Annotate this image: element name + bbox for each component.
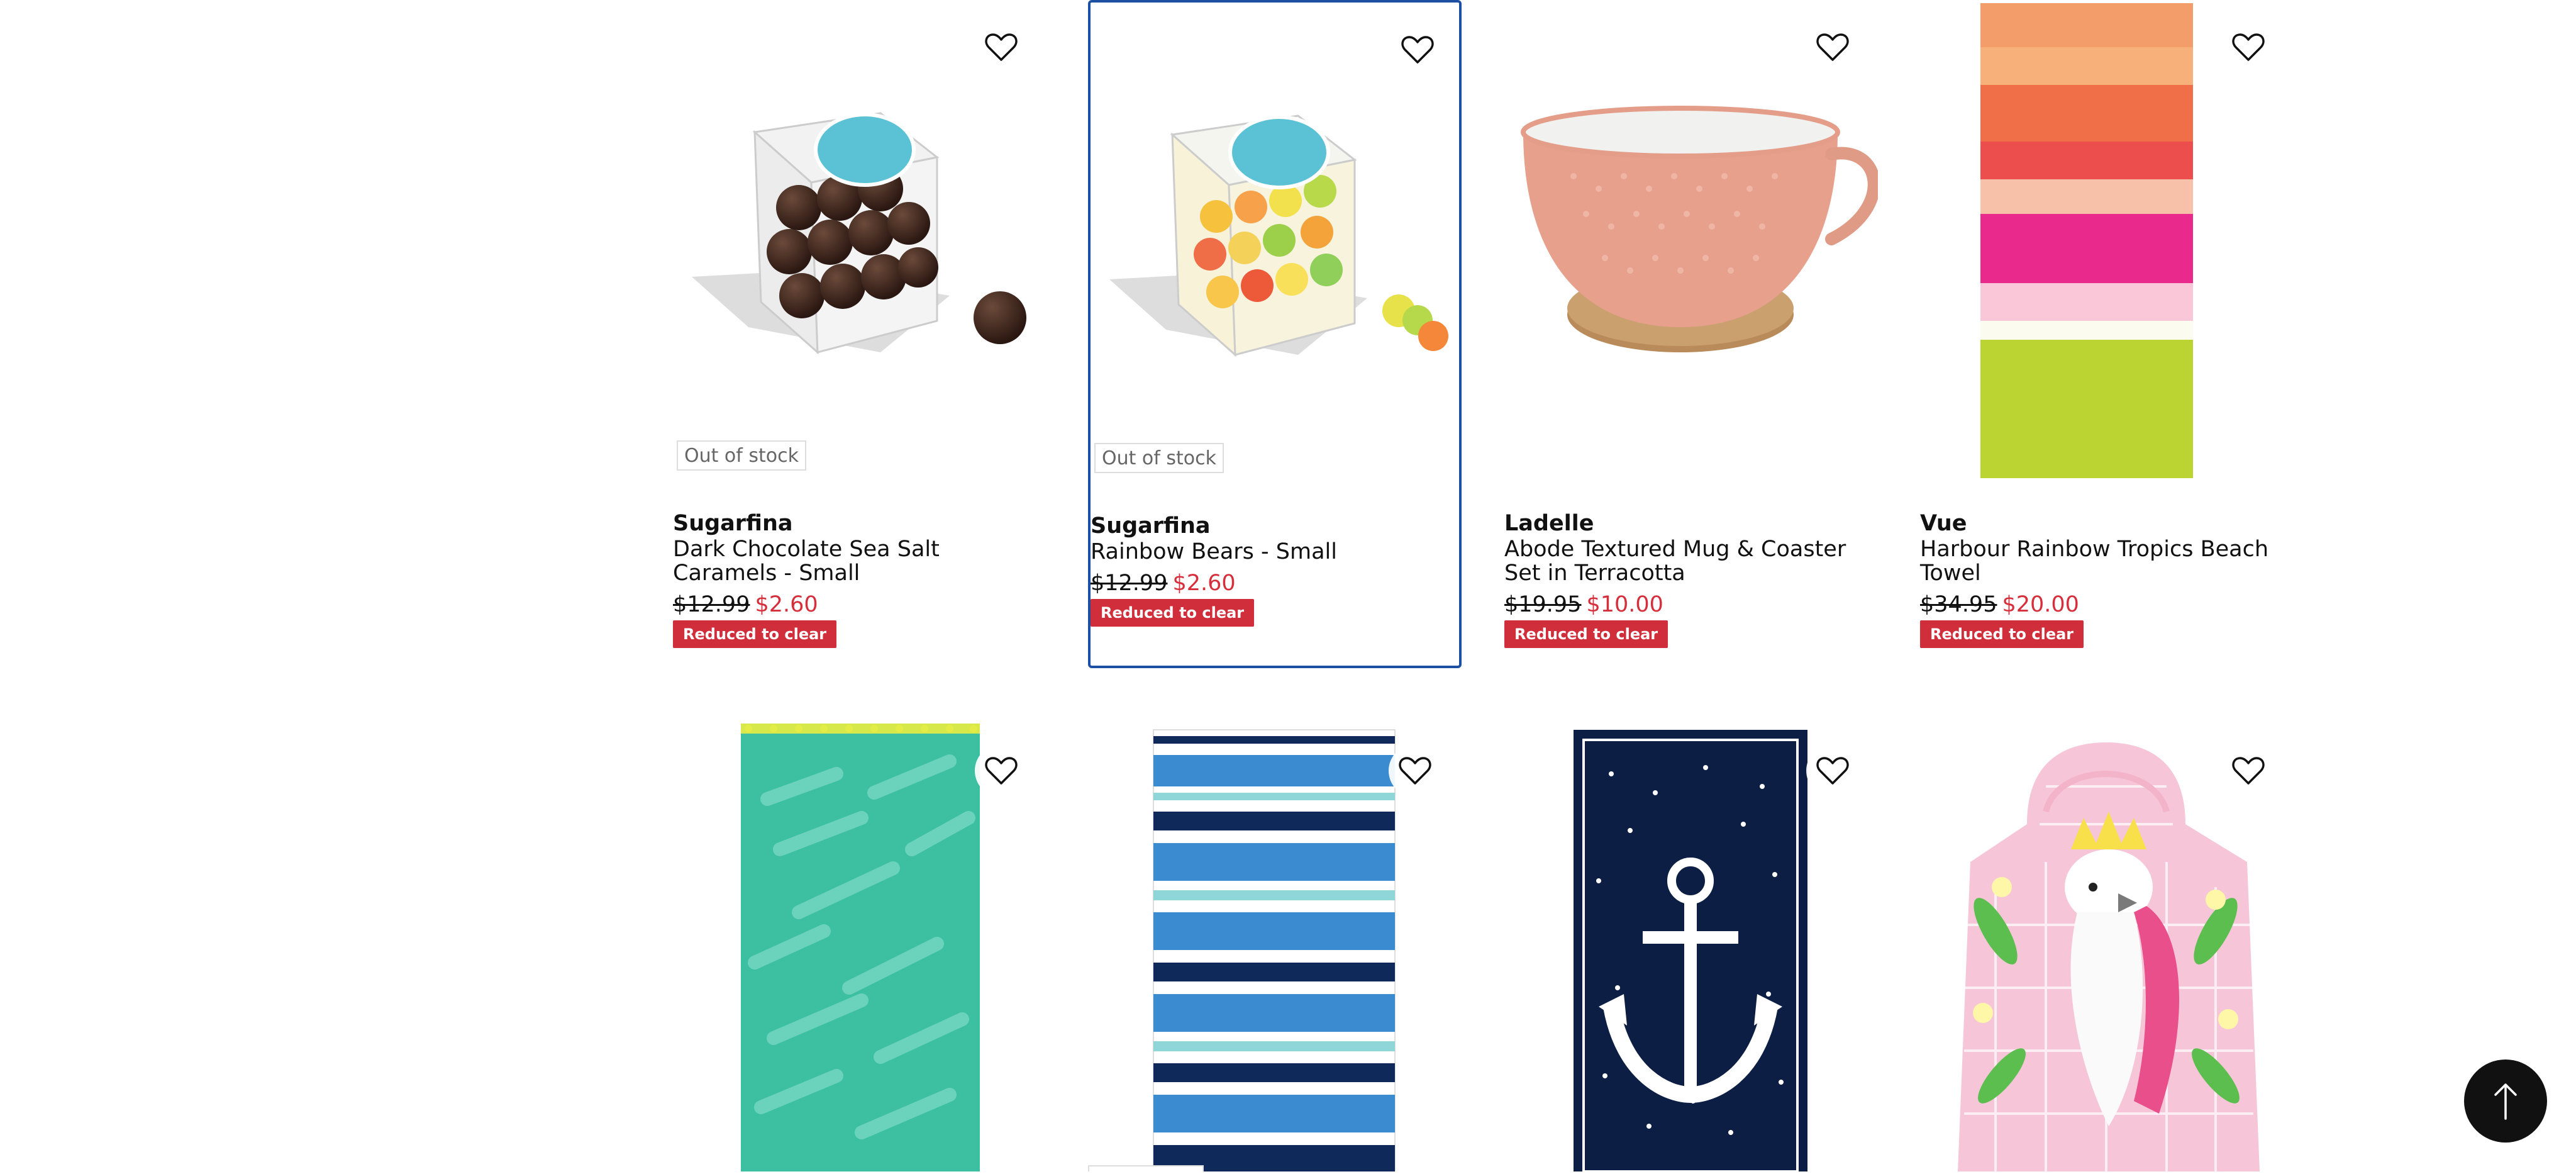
product-card[interactable]: Ladelle Abode Textured Mug & Coaster Set… bbox=[1504, 0, 1880, 668]
product-price: $12.99 $2.60 bbox=[1091, 570, 1464, 596]
product-card[interactable]: Vue Harbour Rainbow Tropics Beach Towel … bbox=[1920, 0, 2294, 668]
product-brand[interactable]: Sugarfina bbox=[1091, 512, 1464, 540]
product-price: $12.99 $2.60 bbox=[673, 591, 1046, 618]
product-title[interactable]: Rainbow Bears - Small bbox=[1091, 540, 1464, 564]
product-card[interactable] bbox=[1920, 724, 2294, 1171]
product-card[interactable]: Out of stock Sugarfina Rainbow Bears - S… bbox=[1088, 0, 1462, 668]
sale-badge: Reduced to clear bbox=[1920, 620, 2084, 648]
product-image[interactable] bbox=[673, 0, 1046, 484]
back-to-top-button[interactable] bbox=[2464, 1059, 2547, 1143]
sale-price: $2.60 bbox=[1172, 571, 1236, 596]
stock-badge: Out of stock bbox=[677, 440, 806, 471]
heart-icon bbox=[2232, 757, 2265, 785]
wishlist-button[interactable] bbox=[1391, 23, 1444, 76]
original-price: $34.95 bbox=[1920, 592, 1997, 617]
product-price: $34.95 $20.00 bbox=[1920, 591, 2294, 618]
sale-badge: Reduced to clear bbox=[673, 620, 837, 648]
wishlist-button[interactable] bbox=[975, 744, 1028, 797]
product-image[interactable] bbox=[1091, 3, 1464, 487]
original-price: $19.95 bbox=[1504, 592, 1582, 617]
heart-icon bbox=[1399, 757, 1431, 785]
heart-icon bbox=[1816, 33, 1849, 61]
sale-badge: Reduced to clear bbox=[1091, 599, 1255, 627]
product-info: Ladelle Abode Textured Mug & Coaster Set… bbox=[1504, 510, 1878, 648]
original-price: $12.99 bbox=[1091, 571, 1168, 596]
product-brand[interactable]: Ladelle bbox=[1504, 510, 1878, 537]
heart-icon bbox=[985, 757, 1018, 785]
product-price: $19.95 $10.00 bbox=[1504, 591, 1878, 618]
original-price: $12.99 bbox=[673, 592, 750, 617]
wishlist-button[interactable] bbox=[1806, 21, 1859, 74]
product-title[interactable]: Abode Textured Mug & Coaster Set in Terr… bbox=[1504, 537, 1878, 585]
sale-badge: Reduced to clear bbox=[1504, 620, 1668, 648]
sale-price: $10.00 bbox=[1586, 592, 1663, 617]
heart-icon bbox=[985, 33, 1018, 61]
product-title[interactable]: Harbour Rainbow Tropics Beach Towel bbox=[1920, 537, 2294, 585]
product-info: Vue Harbour Rainbow Tropics Beach Towel … bbox=[1920, 510, 2294, 648]
heart-icon bbox=[1401, 36, 1434, 64]
stock-badge: Out of stock bbox=[1094, 443, 1224, 473]
product-image[interactable] bbox=[1504, 0, 1880, 484]
heart-icon bbox=[2232, 33, 2265, 61]
heart-icon bbox=[1816, 757, 1849, 785]
product-card[interactable]: Out of stock Sugarfina Dark Chocolate Se… bbox=[673, 0, 1046, 668]
product-brand[interactable]: Sugarfina bbox=[673, 510, 1046, 537]
stock-badge bbox=[1088, 1165, 1204, 1171]
product-card[interactable] bbox=[673, 724, 1046, 1171]
wishlist-button[interactable] bbox=[975, 21, 1028, 74]
product-info: Sugarfina Dark Chocolate Sea Salt Carame… bbox=[673, 510, 1046, 648]
product-title[interactable]: Dark Chocolate Sea Salt Caramels - Small bbox=[673, 537, 1046, 585]
wishlist-button[interactable] bbox=[2222, 744, 2275, 797]
wishlist-button[interactable] bbox=[1389, 744, 1441, 797]
product-card[interactable] bbox=[1088, 724, 1462, 1172]
product-image[interactable] bbox=[1920, 0, 2294, 484]
product-brand[interactable]: Vue bbox=[1920, 510, 2294, 537]
arrow-up-icon bbox=[2494, 1083, 2517, 1120]
sale-price: $20.00 bbox=[2002, 592, 2079, 617]
product-info: Sugarfina Rainbow Bears - Small $12.99 $2… bbox=[1091, 512, 1464, 627]
sale-price: $2.60 bbox=[755, 592, 818, 617]
wishlist-button[interactable] bbox=[1806, 744, 1859, 797]
wishlist-button[interactable] bbox=[2222, 21, 2275, 74]
product-card[interactable] bbox=[1504, 724, 1878, 1173]
